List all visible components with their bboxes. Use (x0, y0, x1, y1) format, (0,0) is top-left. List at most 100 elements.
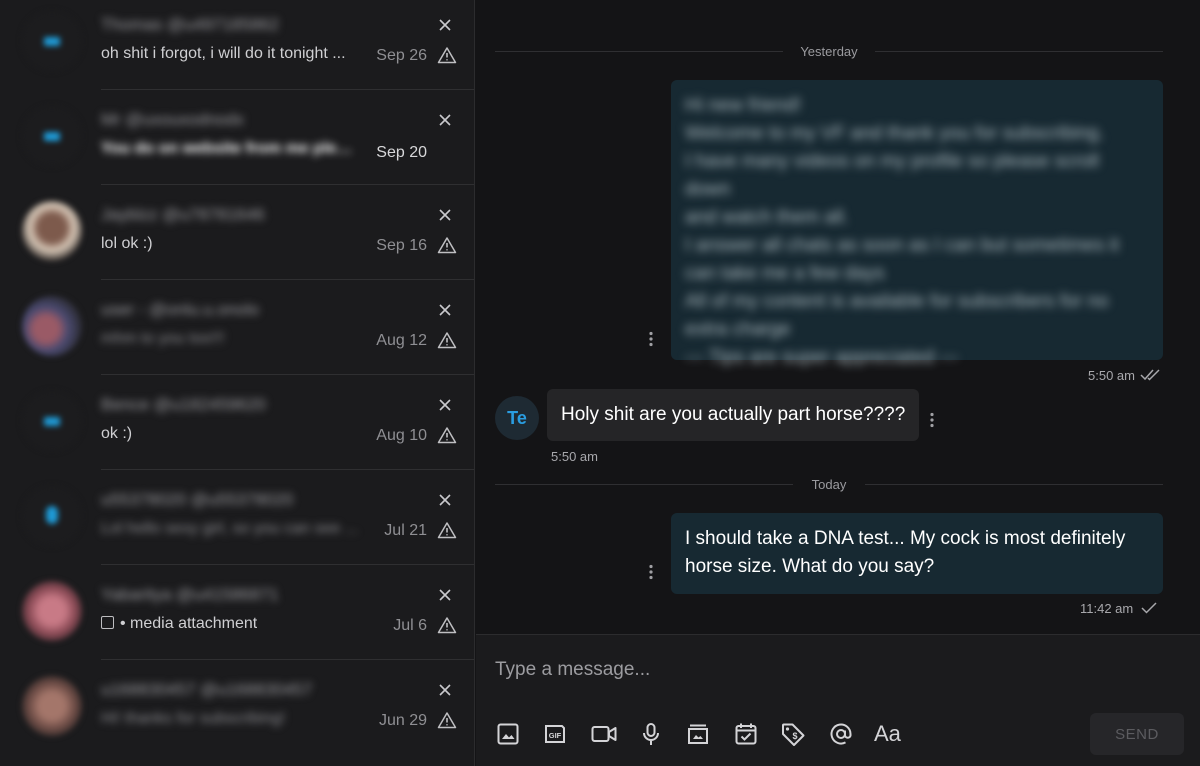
microphone-icon[interactable] (638, 721, 664, 747)
close-icon[interactable] (437, 587, 453, 603)
conversation-preview: • media attachment (101, 615, 257, 633)
message-options-icon[interactable] (649, 564, 653, 580)
conversation-name: u55378020 @u55378020 (101, 490, 294, 509)
conversation-name: Thomas @u497185862 (101, 15, 279, 34)
message-options-icon[interactable] (930, 412, 934, 428)
conversation-item[interactable]: Bence @u182459620 ok :) Aug 10 (0, 374, 474, 469)
conversation-name: Bence @u182459620 (101, 395, 266, 414)
conversation-name: u168830457 @u168830457 (101, 680, 313, 699)
conversation-date: Aug 12 (376, 332, 427, 349)
warning-icon[interactable] (437, 521, 457, 539)
message-line: --- Tips are super appreciated --- (685, 347, 959, 368)
message-line: I have many videos on my profile so plea… (685, 151, 1099, 200)
warning-icon[interactable] (437, 46, 457, 64)
warning-icon[interactable] (437, 711, 457, 729)
warning-icon[interactable] (437, 616, 457, 634)
message-line: All of my content is available for subsc… (685, 291, 1109, 312)
conversation-item[interactable]: u55378020 @u55378020 Lol hello sexy girl… (0, 469, 474, 564)
close-icon[interactable] (437, 397, 453, 413)
avatar (22, 581, 82, 641)
conversation-item[interactable]: Jayblzz @u78781646 lol ok :) Sep 16 (0, 184, 474, 279)
media-attachment-label: media attachment (130, 615, 258, 632)
conversation-item[interactable]: Yabaritya @u41586871 • media attachment … (0, 564, 474, 659)
message-line: Welcome to my VF and thank you for subsc… (685, 123, 1104, 144)
divider (101, 89, 474, 90)
conversation-date: Sep 16 (376, 237, 427, 254)
warning-icon[interactable] (437, 426, 457, 444)
close-icon[interactable] (437, 682, 453, 698)
avatar (22, 296, 82, 356)
conversation-date: Jul 6 (393, 617, 427, 634)
divider (101, 659, 474, 660)
message-timestamp: 5:50 am (1088, 368, 1135, 383)
message-line: and watch them all. (685, 207, 849, 228)
double-check-icon (1140, 369, 1160, 381)
avatar (22, 391, 82, 451)
outgoing-message[interactable]: Hi new friend! Welcome to my VF and than… (671, 80, 1163, 368)
svg-text:GIF: GIF (549, 731, 562, 740)
warning-icon[interactable] (437, 236, 457, 254)
conversation-date: Sep 20 (376, 144, 427, 161)
conversation-date: Aug 10 (376, 427, 427, 444)
conversation-list: Thomas @u497185862 oh shit i forgot, i w… (0, 0, 475, 766)
bullet: • (120, 615, 131, 632)
message-timestamp: 5:50 am (551, 449, 598, 464)
avatar (22, 106, 82, 166)
outgoing-message[interactable]: I should take a DNA test... My cock is m… (671, 513, 1163, 594)
svg-text:$: $ (792, 731, 797, 741)
conversation-name: Jayblzz @u78781646 (101, 205, 265, 224)
check-icon (1141, 602, 1157, 614)
avatar[interactable]: Te (495, 396, 539, 440)
close-icon[interactable] (437, 302, 453, 318)
close-icon[interactable] (437, 492, 453, 508)
message-line: I should take a DNA test... My cock is m… (685, 528, 1126, 549)
text-format-icon[interactable]: Aa (874, 721, 904, 747)
date-separator: Today (495, 475, 1163, 495)
divider (101, 564, 474, 565)
conversation-preview: lol ok :) (101, 235, 153, 252)
video-icon[interactable] (590, 721, 618, 747)
message-line: extra charge (685, 319, 791, 340)
message-input[interactable] (495, 655, 1135, 685)
message-timestamp: 11:42 am (1080, 601, 1134, 616)
conversation-item[interactable]: u168830457 @u168830457 Hi! thanks for su… (0, 659, 474, 754)
message-line: horse size. What do you say? (685, 556, 935, 577)
close-icon[interactable] (437, 17, 453, 33)
image-icon[interactable] (495, 721, 521, 747)
conversation-name: Mr @uxouxodnodx (101, 110, 244, 129)
conversation-item[interactable]: user - @onlu.u.onolo mhm to you too!!! A… (0, 279, 474, 374)
image-icon (101, 616, 114, 629)
conversation-preview: You do on website from me please... (101, 140, 361, 157)
warning-icon[interactable] (437, 331, 457, 349)
conversation-preview: ok :) (101, 425, 133, 442)
mention-icon[interactable] (828, 721, 854, 747)
conversation-preview: oh shit i forgot, i will do it tonight .… (101, 45, 346, 62)
close-icon[interactable] (437, 112, 453, 128)
schedule-icon[interactable] (733, 721, 759, 747)
conversation-item[interactable]: Mr @uxouxodnodx You do on website from m… (0, 89, 474, 184)
message-line: I answer all chats as soon as I can but … (685, 235, 1120, 256)
conversation-date: Jun 29 (378, 712, 427, 729)
price-tag-icon[interactable]: $ (780, 721, 806, 747)
divider (101, 469, 474, 470)
send-button[interactable]: SEND (1090, 713, 1184, 755)
incoming-message[interactable]: Holy shit are you actually part horse???… (547, 389, 920, 441)
conversation-preview: Lol hello sexy girl, so you can see ... (101, 520, 359, 537)
chat-thread: Yesterday Hi new friend! Welcome to my V… (476, 0, 1200, 634)
divider (101, 279, 474, 280)
close-icon[interactable] (437, 207, 453, 223)
conversation-preview: mhm to you too!!! (101, 330, 225, 347)
divider (101, 184, 474, 185)
conversation-item[interactable]: Thomas @u497185862 oh shit i forgot, i w… (0, 0, 474, 89)
message-options-icon[interactable] (649, 331, 653, 347)
conversation-date: Jul 21 (384, 522, 427, 539)
message-line: Hi new friend! (685, 95, 802, 116)
vault-icon[interactable] (685, 721, 711, 747)
conversation-date: Sep 26 (376, 47, 427, 64)
avatar (22, 486, 82, 546)
conversation-name: Yabaritya @u41586871 (101, 585, 279, 604)
avatar (22, 676, 82, 736)
gif-icon[interactable]: GIF (542, 721, 568, 747)
avatar (22, 11, 82, 71)
date-separator: Yesterday (495, 42, 1163, 62)
